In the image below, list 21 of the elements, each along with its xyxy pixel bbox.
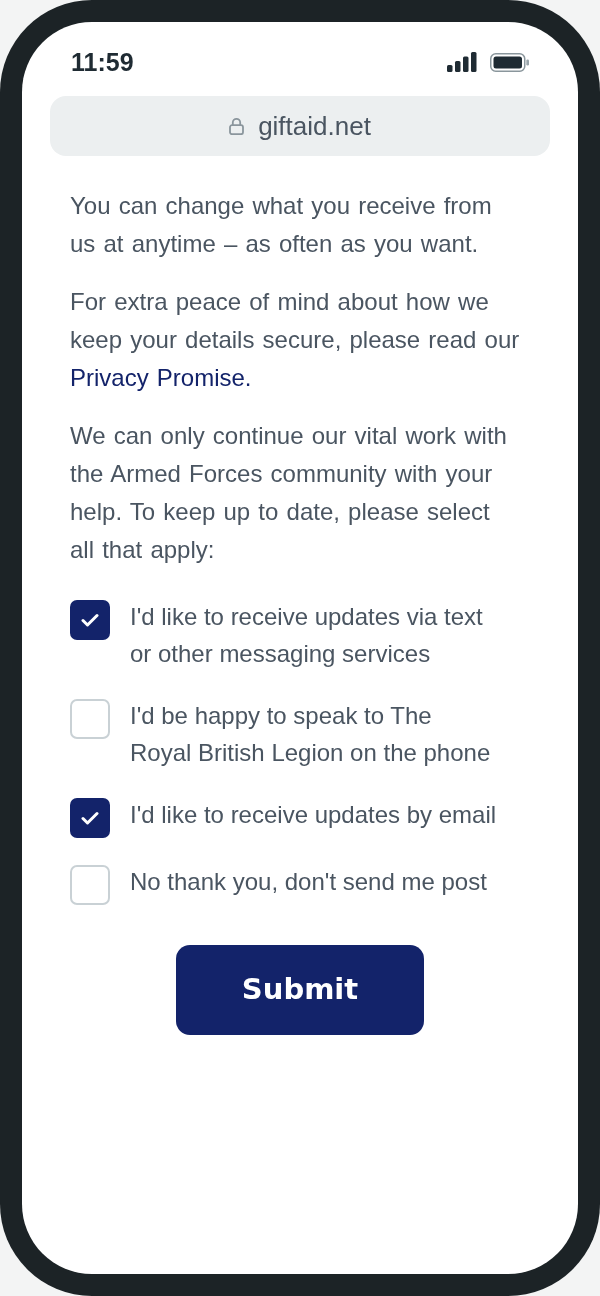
checkbox[interactable] <box>70 600 110 640</box>
checkbox[interactable] <box>70 699 110 739</box>
info-paragraph: For extra peace of mind about how we keep your details secure, please read our Privacy Promise. <box>70 287 520 393</box>
status-time: 11:59 <box>71 48 134 76</box>
checkmark-icon <box>81 811 99 825</box>
info-paragraph: We can only continue our vital work with the Armed Forces community with your help. To keep up to date, please select all that apply: <box>70 421 508 565</box>
checkmark-icon <box>81 613 99 627</box>
url-text: giftaid.net <box>258 111 371 141</box>
option-label: I'd like to receive updates via text or other messaging services <box>130 602 484 669</box>
address-bar[interactable]: giftaid.net <box>50 96 550 156</box>
option-label: I'd like to receive updates by email <box>130 800 498 830</box>
info-paragraph: You can change what you receive from us at anytime – as often as you want. <box>70 191 493 259</box>
battery-icon <box>490 52 529 72</box>
option-label: No thank you, don't send me post <box>130 867 488 897</box>
checkbox[interactable] <box>70 865 110 905</box>
privacy-link[interactable]: Privacy Promise. <box>70 364 252 391</box>
option-label: I'd be happy to speak to The Royal British Legion on the phone <box>130 701 492 768</box>
checkbox[interactable] <box>70 798 110 838</box>
submit-button[interactable]: Submit <box>176 945 424 1035</box>
lock-icon <box>229 117 245 135</box>
signal-icon <box>447 52 477 72</box>
